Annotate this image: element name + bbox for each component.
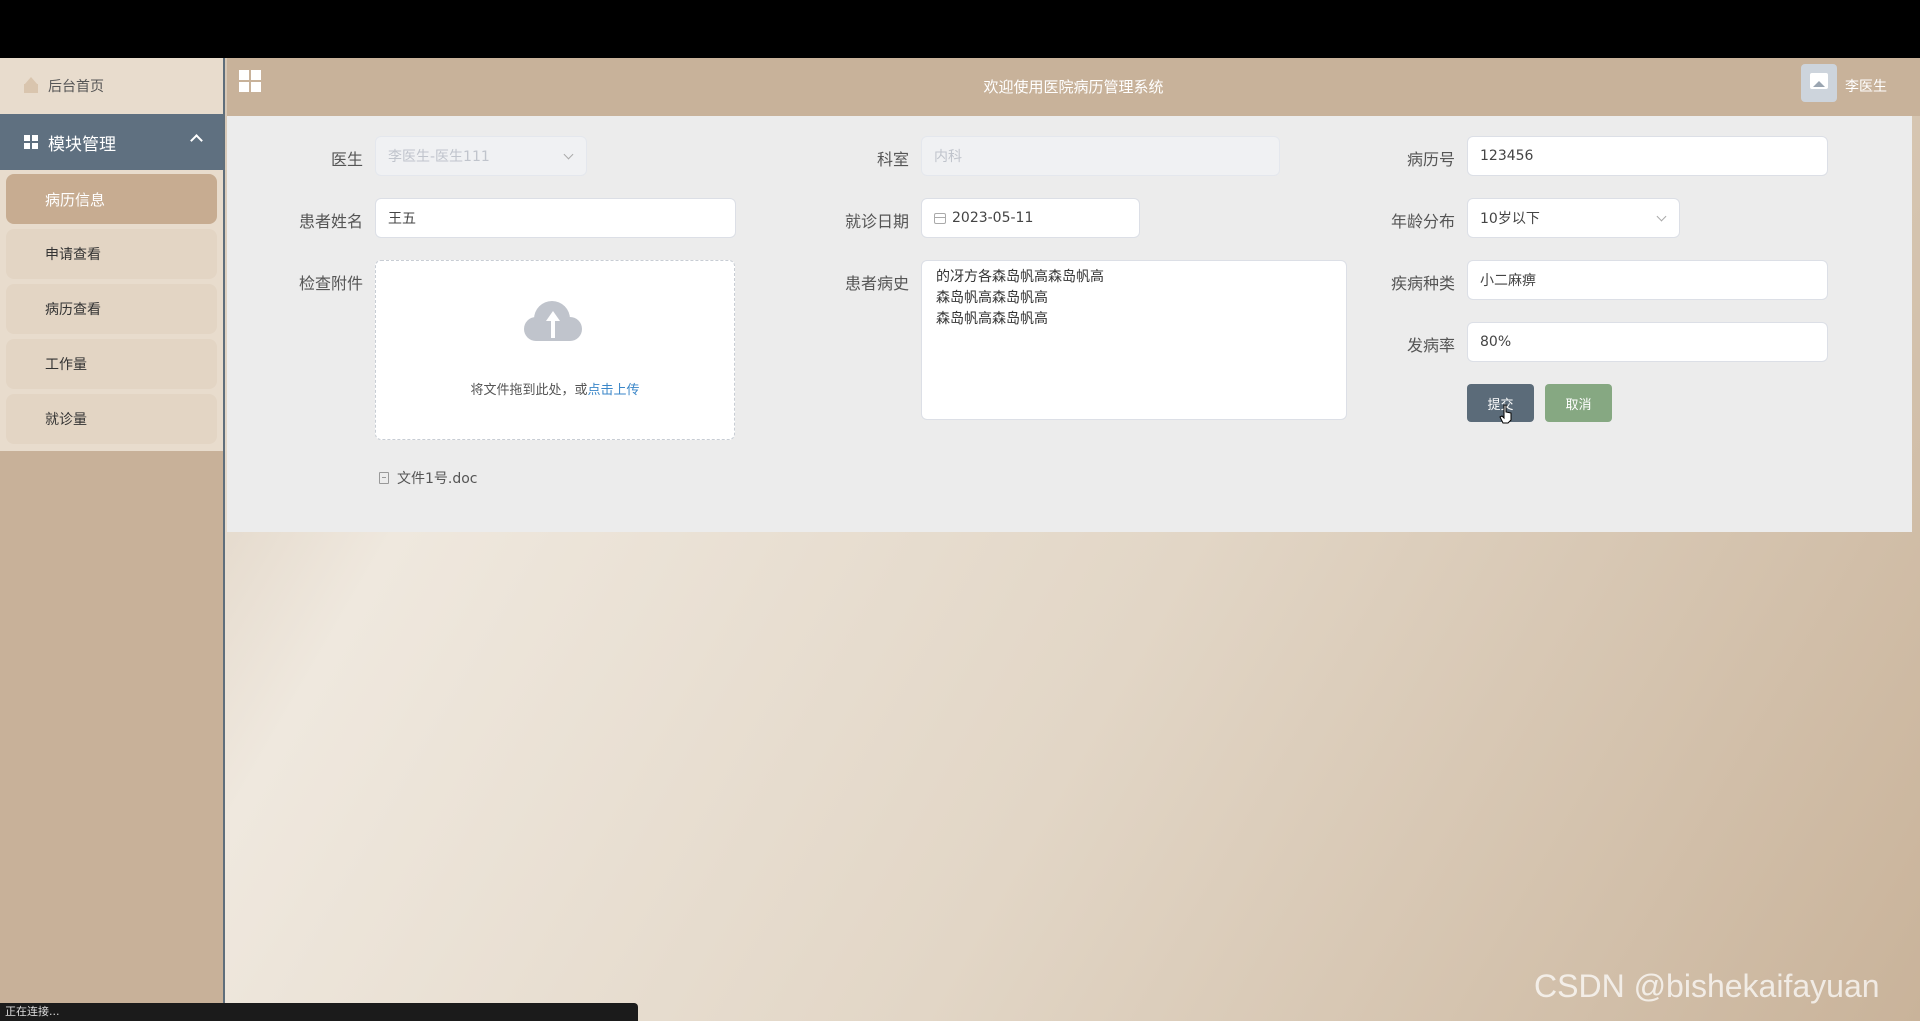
age-group-select[interactable]: 10岁以下 [1467,198,1680,238]
visit-date-label: 就诊日期 [844,212,909,231]
sidebar-item-visits[interactable]: 就诊量 [6,394,217,444]
sidebar-item-label: 病历信息 [45,190,106,209]
chevron-down-icon [563,149,574,160]
sidebar-item-workload[interactable]: 工作量 [6,339,217,389]
chevron-up-icon [190,134,203,147]
visit-date-picker[interactable]: 2023-05-11 [921,198,1140,238]
watermark: CSDN @bishekaifayuan [1534,968,1880,1004]
doctor-value: 李医生-医生111 [388,149,490,165]
hand-cursor-icon [1499,404,1512,424]
age-group-value: 10岁以下 [1480,211,1540,227]
patient-name-label: 患者姓名 [298,212,363,231]
attachment-label: 检查附件 [298,274,363,293]
department-placeholder: 内科 [934,149,962,165]
calendar-icon [934,212,946,224]
uploaded-file-name: 文件1号.doc [397,471,478,487]
browser-top-bar [0,0,1920,58]
sidebar-item-label: 病历查看 [45,302,101,318]
history-label: 患者病史 [844,274,909,293]
record-form: 医生 李医生-医生111 科室 内科 病历号 123456 患者姓名 王五 就诊… [227,116,1912,532]
patient-name-value: 王五 [388,211,416,227]
avatar[interactable] [1801,64,1837,102]
sidebar-submenu: 病历信息 申请查看 病历查看 工作量 就诊量 [0,170,223,451]
sidebar-item-request-view[interactable]: 申请查看 [6,229,217,279]
browser-status-bar: 正在连接... [0,1003,638,1021]
record-no-value: 123456 [1480,148,1534,164]
doctor-label: 医生 [330,150,363,169]
disease-type-input[interactable]: 小二麻痹 [1467,260,1828,300]
record-no-label: 病历号 [1406,150,1455,169]
sidebar-item-label: 申请查看 [45,247,101,263]
app-title: 欢迎使用医院病历管理系统 [983,78,1164,96]
username[interactable]: 李医生 [1845,76,1887,96]
sidebar-item-record-view[interactable]: 病历查看 [6,284,217,334]
incidence-label: 发病率 [1406,336,1455,355]
upload-link[interactable]: 点击上传 [588,383,640,398]
sidebar-module-label: 模块管理 [48,134,116,155]
department-label: 科室 [876,150,909,169]
disease-type-label: 疾病种类 [1390,274,1455,293]
sidebar: 后台首页 模块管理 病历信息 申请查看 病历查看 工作量 就诊量 [0,58,225,1021]
history-textarea[interactable]: 的冴方各森岛帆高森岛帆高 森岛帆高森岛帆高 森岛帆高森岛帆高 [921,260,1347,420]
age-group-label: 年龄分布 [1390,212,1455,231]
sidebar-item-records[interactable]: 病历信息 [6,174,217,224]
upload-cloud-icon [524,301,582,341]
sidebar-item-label: 就诊量 [45,412,87,428]
top-header: 欢迎使用医院病历管理系统 李医生 [227,58,1920,116]
grid-icon [24,135,38,149]
upload-dropzone[interactable]: 将文件拖到此处，或点击上传 [375,260,735,440]
record-no-input[interactable]: 123456 [1467,136,1828,176]
doctor-select[interactable]: 李医生-医生111 [375,136,587,176]
incidence-input[interactable]: 80% [1467,322,1828,362]
sidebar-item-label: 工作量 [45,357,87,373]
disease-type-value: 小二麻痹 [1480,273,1536,289]
document-icon [379,472,389,484]
patient-name-input[interactable]: 王五 [375,198,736,238]
sidebar-module-header[interactable]: 模块管理 [0,114,223,170]
sidebar-item-home[interactable]: 后台首页 [0,58,223,114]
incidence-value: 80% [1480,334,1512,350]
cancel-button[interactable]: 取消 [1545,384,1612,422]
upload-hint-text: 将文件拖到此处，或 [470,383,588,398]
chevron-down-icon [1656,211,1667,222]
sidebar-home-label: 后台首页 [48,79,104,95]
department-field[interactable]: 内科 [921,136,1280,176]
upload-hint: 将文件拖到此处，或点击上传 [376,379,734,398]
uploaded-file-item[interactable]: 文件1号.doc [379,468,478,488]
home-icon [24,77,38,93]
visit-date-value: 2023-05-11 [952,210,1034,226]
